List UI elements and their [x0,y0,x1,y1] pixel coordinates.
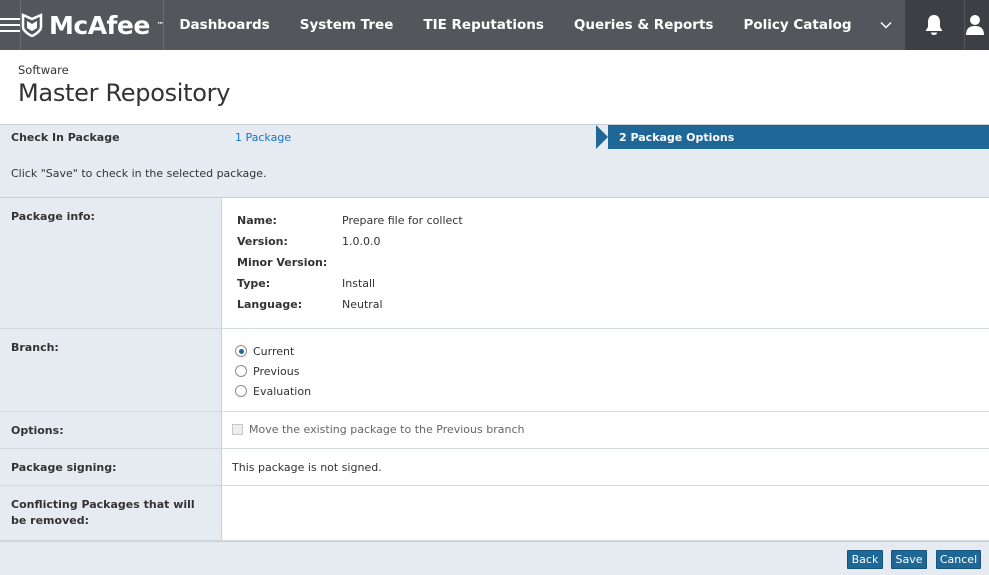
branch-option-label: Evaluation [253,384,312,398]
mcafee-shield-icon [21,13,43,37]
package-signing-status: This package is not signed. [232,461,382,474]
radio-button-selected[interactable] [235,345,247,357]
package-info-label: Package info: [0,198,222,328]
wizard-step-package[interactable]: 1 Package [235,131,291,144]
branch-label: Branch: [0,329,222,411]
radio-button[interactable] [235,385,247,397]
back-button[interactable]: Back [847,550,883,569]
options-label: Options: [0,412,222,448]
bell-icon [925,15,943,35]
conflicting-packages-row: Conflicting Packages that will be remove… [0,486,989,541]
branch-option-label: Current [253,344,295,358]
branch-radio-current[interactable]: Current [235,344,311,358]
package-version-value: 1.0.0.0 [342,235,381,248]
page-title: Master Repository [18,79,231,107]
breadcrumb: Software [18,63,69,77]
package-name-value: Prepare file for collect [342,214,463,227]
options-value: Move the existing package to the Previou… [222,412,989,448]
brand-name: McAfee [49,10,150,40]
package-signing-value: This package is not signed. [222,449,989,485]
package-minor-version-value [342,256,463,272]
conflicting-packages-label: Conflicting Packages that will be remove… [0,486,222,540]
wizard-instructions: Click "Save" to check in the selected pa… [11,167,267,180]
conflicting-packages-value [222,486,989,540]
notifications-button[interactable] [905,0,965,50]
user-icon [965,15,984,35]
package-signing-label: Package signing: [0,449,222,485]
branch-option-label: Previous [253,364,300,378]
package-minor-version-key: Minor Version: [237,256,328,269]
branch-radio-group: Current Previous Evaluation [235,344,311,398]
branch-radio-previous[interactable]: Previous [235,364,311,378]
trademark-mark: ™ [156,21,164,29]
nav-system-tree[interactable]: System Tree [285,0,409,50]
save-button[interactable]: Save [891,550,927,569]
package-language-value: Neutral [342,298,383,311]
user-menu-button[interactable] [965,0,989,50]
move-existing-package-option: Move the existing package to the Previou… [232,423,524,436]
topbar-actions [904,0,989,50]
wizard-step-package-options: 2 Package Options [596,125,989,149]
mcafee-logo[interactable]: McAfee ™ [21,0,165,50]
branch-value: Current Previous Evaluation [222,329,989,411]
branch-row: Branch: Current Previous Evaluation [0,329,989,412]
package-signing-row: Package signing: This package is not sig… [0,449,989,486]
package-name-key: Name: [237,214,277,227]
chevron-down-icon [879,21,892,29]
options-row: Options: Move the existing package to th… [0,412,989,449]
package-info-row: Package info: Name: Prepare file for col… [0,198,989,329]
nav-more-menu[interactable] [867,0,905,50]
move-existing-package-checkbox [232,424,243,435]
radio-button[interactable] [235,365,247,377]
wizard-title: Check In Package [11,131,120,144]
package-info-value: Name: Prepare file for collect Version: … [222,198,989,328]
nav-tie-reputations[interactable]: TIE Reputations [408,0,559,50]
nav-dashboards[interactable]: Dashboards [164,0,284,50]
nav-queries-reports[interactable]: Queries & Reports [559,0,729,50]
main-nav: Dashboards System Tree TIE Reputations Q… [164,0,904,50]
package-info-grid: Name: Prepare file for collect Version: … [237,214,463,314]
package-type-key: Type: [237,277,271,290]
wizard-header: Check In Package 1 Package 2 Package Opt… [0,124,989,198]
package-version-key: Version: [237,235,288,248]
hamburger-icon[interactable] [0,0,21,50]
cancel-button[interactable]: Cancel [936,550,981,569]
move-existing-package-label: Move the existing package to the Previou… [249,423,525,436]
nav-policy-catalog[interactable]: Policy Catalog [728,0,866,50]
top-navigation-bar: McAfee ™ Dashboards System Tree TIE Reput… [0,0,989,50]
branch-radio-evaluation[interactable]: Evaluation [235,384,311,398]
wizard-footer: Back Save Cancel [0,541,989,575]
package-type-value: Install [342,277,376,290]
package-language-key: Language: [237,298,303,311]
